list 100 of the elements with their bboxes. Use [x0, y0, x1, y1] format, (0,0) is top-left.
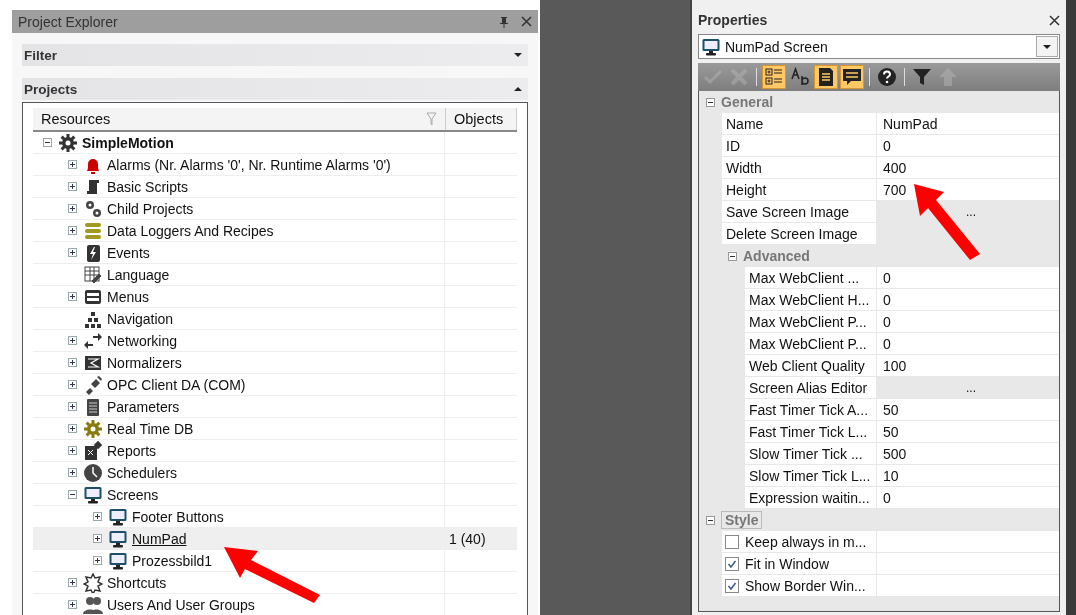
- shortcut-icon: [83, 572, 103, 593]
- checkbox[interactable]: [725, 578, 739, 593]
- tree-item-label: Shortcuts: [107, 574, 167, 591]
- tree-item-label: Screens: [107, 486, 159, 503]
- property-label: Screen Alias Editor: [749, 379, 868, 396]
- expander-icon[interactable]: [68, 402, 79, 411]
- property-label: ID: [726, 137, 740, 154]
- tree-item-label: Reports: [107, 442, 157, 459]
- stack-icon: [83, 220, 103, 241]
- property-label: Max WebClient ...: [749, 269, 860, 286]
- checkbox[interactable]: [725, 534, 739, 549]
- help-icon[interactable]: [875, 65, 899, 89]
- tree-row[interactable]: Normalizers: [33, 352, 517, 374]
- pin-icon[interactable]: [499, 15, 509, 28]
- tree-item-label: OPC Client DA (COM): [107, 376, 246, 393]
- property-value: 100: [883, 357, 907, 374]
- column-header[interactable]: Objects: [446, 108, 517, 130]
- property-label: Max WebClient P...: [749, 335, 867, 352]
- property-label: Fast Timer Tick A...: [749, 401, 869, 418]
- property-value: 50: [883, 423, 899, 440]
- column-header[interactable]: Resources: [33, 108, 446, 130]
- tree-row[interactable]: Navigation: [33, 308, 517, 330]
- expander-icon[interactable]: [93, 534, 104, 543]
- close-icon[interactable]: [1049, 14, 1060, 26]
- tree-row[interactable]: Alarms (Nr. Alarms '0', Nr. Runtime Alarms '0'): [33, 154, 517, 176]
- expander-icon[interactable]: [68, 490, 79, 499]
- expander-icon[interactable]: [68, 468, 79, 477]
- tree-item-label: Real Time DB: [107, 420, 194, 437]
- property-label: Width: [726, 159, 762, 176]
- tree-item-label: Normalizers: [107, 354, 182, 371]
- tree-item-label: Events: [107, 244, 150, 261]
- expander-icon[interactable]: [68, 446, 79, 455]
- expander-icon[interactable]: [68, 380, 79, 389]
- clock-icon: [83, 462, 103, 483]
- expander-icon[interactable]: [68, 292, 79, 301]
- tree-row[interactable]: NumPad 1 (40): [33, 528, 517, 550]
- property-label: Save Screen Image: [726, 203, 849, 220]
- tree-row[interactable]: Networking: [33, 330, 517, 352]
- tree-row[interactable]: Parameters: [33, 396, 517, 418]
- property-value: 10: [883, 467, 899, 484]
- categorized-icon[interactable]: [762, 65, 786, 89]
- tree-item-label: Users And User Groups: [107, 596, 255, 613]
- gear-icon: [83, 418, 103, 439]
- property-value: 0: [883, 313, 891, 330]
- tree-row[interactable]: Data Loggers And Recipes: [33, 220, 517, 242]
- filter-section-header[interactable]: Filter: [22, 44, 528, 66]
- category-label: General: [721, 94, 774, 110]
- property-value: 0: [883, 269, 891, 286]
- ellipsis-button[interactable]: ...: [966, 380, 976, 395]
- panel-title: Project Explorer: [18, 13, 119, 30]
- property-label: Max WebClient H...: [749, 291, 870, 308]
- gear-icon: [58, 132, 78, 153]
- expander-icon[interactable]: [68, 578, 79, 587]
- tree-item-label: Footer Buttons: [132, 508, 224, 525]
- tree-row[interactable]: Menus: [33, 286, 517, 308]
- category-label: Advanced: [743, 248, 810, 264]
- property-label: Keep always in m...: [745, 533, 867, 550]
- tree-item-label: Prozessbild1: [132, 552, 213, 569]
- expander-icon[interactable]: [93, 512, 104, 521]
- tree-row[interactable]: Basic Scripts: [33, 176, 517, 198]
- tree-row[interactable]: Events: [33, 242, 517, 264]
- expander-icon[interactable]: [68, 160, 79, 169]
- monitor-icon: [108, 550, 128, 571]
- expander-icon[interactable]: [68, 358, 79, 367]
- tree-row[interactable]: Reports: [33, 440, 517, 462]
- tree-item-label: Parameters: [107, 398, 180, 415]
- tree-row[interactable]: SimpleMotion: [33, 132, 517, 154]
- tree-item-label: Navigation: [107, 310, 174, 327]
- tree-item-label: NumPad: [132, 530, 187, 547]
- tree-row[interactable]: Real Time DB: [33, 418, 517, 440]
- checkbox[interactable]: [725, 556, 739, 571]
- property-label: Fast Timer Tick L...: [749, 423, 868, 440]
- expander-icon[interactable]: [43, 138, 54, 147]
- tree-row[interactable]: Screens: [33, 484, 517, 506]
- expander-icon[interactable]: [93, 556, 104, 565]
- property-value: NumPad: [883, 115, 938, 132]
- expander-icon[interactable]: [68, 182, 79, 191]
- expander-icon[interactable]: [68, 226, 79, 235]
- close-icon[interactable]: [521, 16, 532, 27]
- tree-item-label: Language: [107, 266, 170, 283]
- pages-icon[interactable]: [814, 65, 838, 89]
- expander-icon[interactable]: [68, 424, 79, 433]
- tree-item-label: Child Projects: [107, 200, 194, 217]
- expander-icon[interactable]: [68, 248, 79, 257]
- tree-item-label: Alarms (Nr. Alarms '0', Nr. Runtime Alarms '0'): [107, 156, 391, 173]
- tree-item-label: Basic Scripts: [107, 178, 188, 195]
- tree-row[interactable]: Child Projects: [33, 198, 517, 220]
- expander-icon[interactable]: [68, 336, 79, 345]
- ellipsis-button[interactable]: ...: [966, 204, 976, 219]
- expander-icon[interactable]: [68, 204, 79, 213]
- tree-row[interactable]: Schedulers: [33, 462, 517, 484]
- tree-row[interactable]: OPC Client DA (COM): [33, 374, 517, 396]
- property-label: Slow Timer Tick ...: [749, 445, 863, 462]
- tree-row[interactable]: Language: [33, 264, 517, 286]
- expander-icon[interactable]: [68, 600, 79, 609]
- monitor-icon: [108, 506, 128, 527]
- projects-section-header[interactable]: Projects: [22, 78, 528, 100]
- property-label: Max WebClient P...: [749, 313, 867, 330]
- property-value: 0: [883, 489, 891, 506]
- object-selector[interactable]: NumPad Screen: [698, 34, 1060, 59]
